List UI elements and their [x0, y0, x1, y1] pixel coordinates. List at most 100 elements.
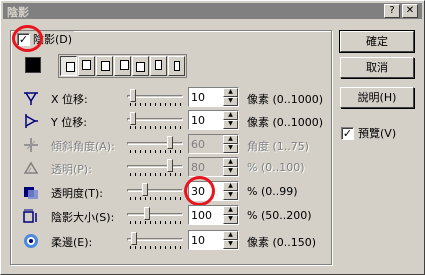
slider-tick	[175, 150, 176, 153]
slider-tick	[160, 103, 161, 106]
shadow-size-field[interactable]: 100 ▲ ▼	[188, 205, 239, 225]
y-offset-slider[interactable]	[127, 111, 183, 129]
direction-button-3[interactable]	[96, 56, 113, 76]
help-title-button[interactable]: ?	[384, 4, 400, 18]
slider-thumb[interactable]	[129, 112, 136, 125]
slider-tick	[175, 221, 176, 224]
x-offset-value: 10	[191, 91, 205, 104]
slider-tick	[160, 197, 161, 200]
slider-thumb[interactable]	[129, 89, 136, 102]
slider-tick	[145, 246, 146, 249]
slider-tick	[130, 126, 131, 129]
spin-up-icon[interactable]: ▲	[223, 182, 238, 191]
perspective-row: 透明(P): 80 ▲ ▼ % (0..100)	[1, 156, 336, 180]
slider-tick	[165, 150, 166, 153]
perspective-icon	[23, 161, 39, 174]
slider-tick	[140, 173, 141, 176]
slider-tick	[130, 150, 131, 153]
perspective-field: 80 ▲ ▼	[188, 157, 239, 177]
spin-down-icon[interactable]: ▼	[223, 191, 238, 200]
direction-button-6[interactable]	[150, 56, 167, 76]
slider-tick	[145, 103, 146, 106]
spin-down-icon[interactable]: ▼	[223, 215, 238, 224]
slider-tick	[150, 221, 151, 224]
slider-thumb[interactable]	[143, 207, 150, 220]
spin-down-icon[interactable]: ▼	[223, 97, 238, 106]
direction-button-5[interactable]	[132, 56, 149, 76]
y-offset-field[interactable]: 10 ▲ ▼	[188, 110, 239, 130]
slider-tick	[175, 103, 176, 106]
skew-angle-field: 60 ▲ ▼	[188, 134, 239, 154]
direction-button-4[interactable]	[114, 56, 131, 76]
slider-tick	[165, 246, 166, 249]
title-bar: 陰影 ? ✕	[3, 3, 422, 19]
slider-tick	[135, 103, 136, 106]
slider-thumb[interactable]	[167, 136, 173, 149]
slider-tick	[150, 126, 151, 129]
help-button[interactable]: 說明(H)	[340, 87, 414, 108]
spin-up-icon[interactable]: ▲	[223, 206, 238, 215]
spin-up-icon[interactable]: ▲	[223, 111, 238, 120]
shadow-size-slider[interactable]	[127, 206, 183, 224]
ok-button[interactable]: 確定	[339, 30, 415, 53]
slider-tick	[175, 173, 176, 176]
spin-up-icon[interactable]: ▲	[223, 88, 238, 97]
slider-tick	[160, 150, 161, 153]
slider-tick	[175, 197, 176, 200]
slider-track[interactable]	[127, 165, 183, 168]
slider-tick	[160, 221, 161, 224]
slider-thumb[interactable]	[142, 183, 148, 196]
perspective-label: 透明(P):	[51, 163, 92, 176]
spin-down-icon[interactable]: ▼	[223, 240, 238, 249]
transparency-slider[interactable]	[127, 182, 183, 200]
transparency-field[interactable]: 30 ▲ ▼	[188, 181, 239, 201]
spin-up-icon[interactable]: ▲	[223, 231, 238, 240]
slider-tick	[180, 150, 181, 153]
slider-tick	[145, 150, 146, 153]
x-offset-field[interactable]: 10 ▲ ▼	[188, 87, 239, 107]
spin-up-icon: ▲	[223, 158, 238, 167]
cancel-button[interactable]: 取消	[340, 57, 414, 78]
slider-tick	[150, 173, 151, 176]
y-offset-value: 10	[191, 114, 205, 127]
soft-edge-slider[interactable]	[127, 231, 183, 249]
direction-button-2[interactable]	[78, 56, 95, 76]
slider-tick	[160, 173, 161, 176]
slider-tick	[145, 173, 146, 176]
shadow-checkbox[interactable]: ✓	[17, 32, 30, 46]
slider-thumb[interactable]	[167, 159, 173, 172]
slider-track[interactable]	[127, 189, 183, 192]
soft-edge-field[interactable]: 10 ▲ ▼	[188, 230, 239, 250]
y-offset-label: Y 位移:	[51, 116, 87, 129]
slider-tick	[155, 221, 156, 224]
skew-angle-slider	[127, 135, 183, 153]
close-button[interactable]: ✕	[402, 4, 418, 18]
slider-track[interactable]	[127, 213, 183, 216]
shadow-dialog: 陰影 ? ✕ ✓ 陰影(D) X 位移: 10 ▲▼ 像素 (0..1000)	[0, 0, 425, 275]
direction-button-7[interactable]	[168, 56, 185, 76]
slider-tick	[160, 126, 161, 129]
spin-down-icon[interactable]: ▼	[223, 120, 238, 129]
slider-tick	[145, 126, 146, 129]
slider-tick	[170, 173, 171, 176]
spin-up-icon: ▲	[223, 135, 238, 144]
spin-down-icon: ▼	[223, 167, 238, 176]
slider-tick	[130, 221, 131, 224]
slider-tick	[175, 246, 176, 249]
direction-button-1[interactable]	[60, 56, 77, 76]
slider-tick	[180, 103, 181, 106]
slider-tick	[135, 197, 136, 200]
transparency-row: 透明度(T): 30 ▲ ▼ % (0..99)	[1, 180, 336, 204]
preview-checkbox[interactable]: ✓	[341, 126, 354, 140]
shadow-color-swatch[interactable]	[25, 57, 41, 73]
slider-track[interactable]	[127, 142, 183, 145]
shadow-size-range: % (50..200)	[247, 209, 312, 222]
x-offset-slider[interactable]	[127, 88, 183, 106]
slider-tick	[140, 150, 141, 153]
y-offset-range: 像素 (0..1000)	[247, 116, 324, 129]
preview-option: ✓ 預覽(V)	[341, 125, 396, 141]
window-title: 陰影	[7, 6, 29, 19]
slider-tick	[150, 150, 151, 153]
skew-angle-row: 傾斜角度(A): 60 ▲ ▼ 角度 (1..75)	[1, 133, 336, 157]
slider-thumb[interactable]	[130, 232, 137, 245]
